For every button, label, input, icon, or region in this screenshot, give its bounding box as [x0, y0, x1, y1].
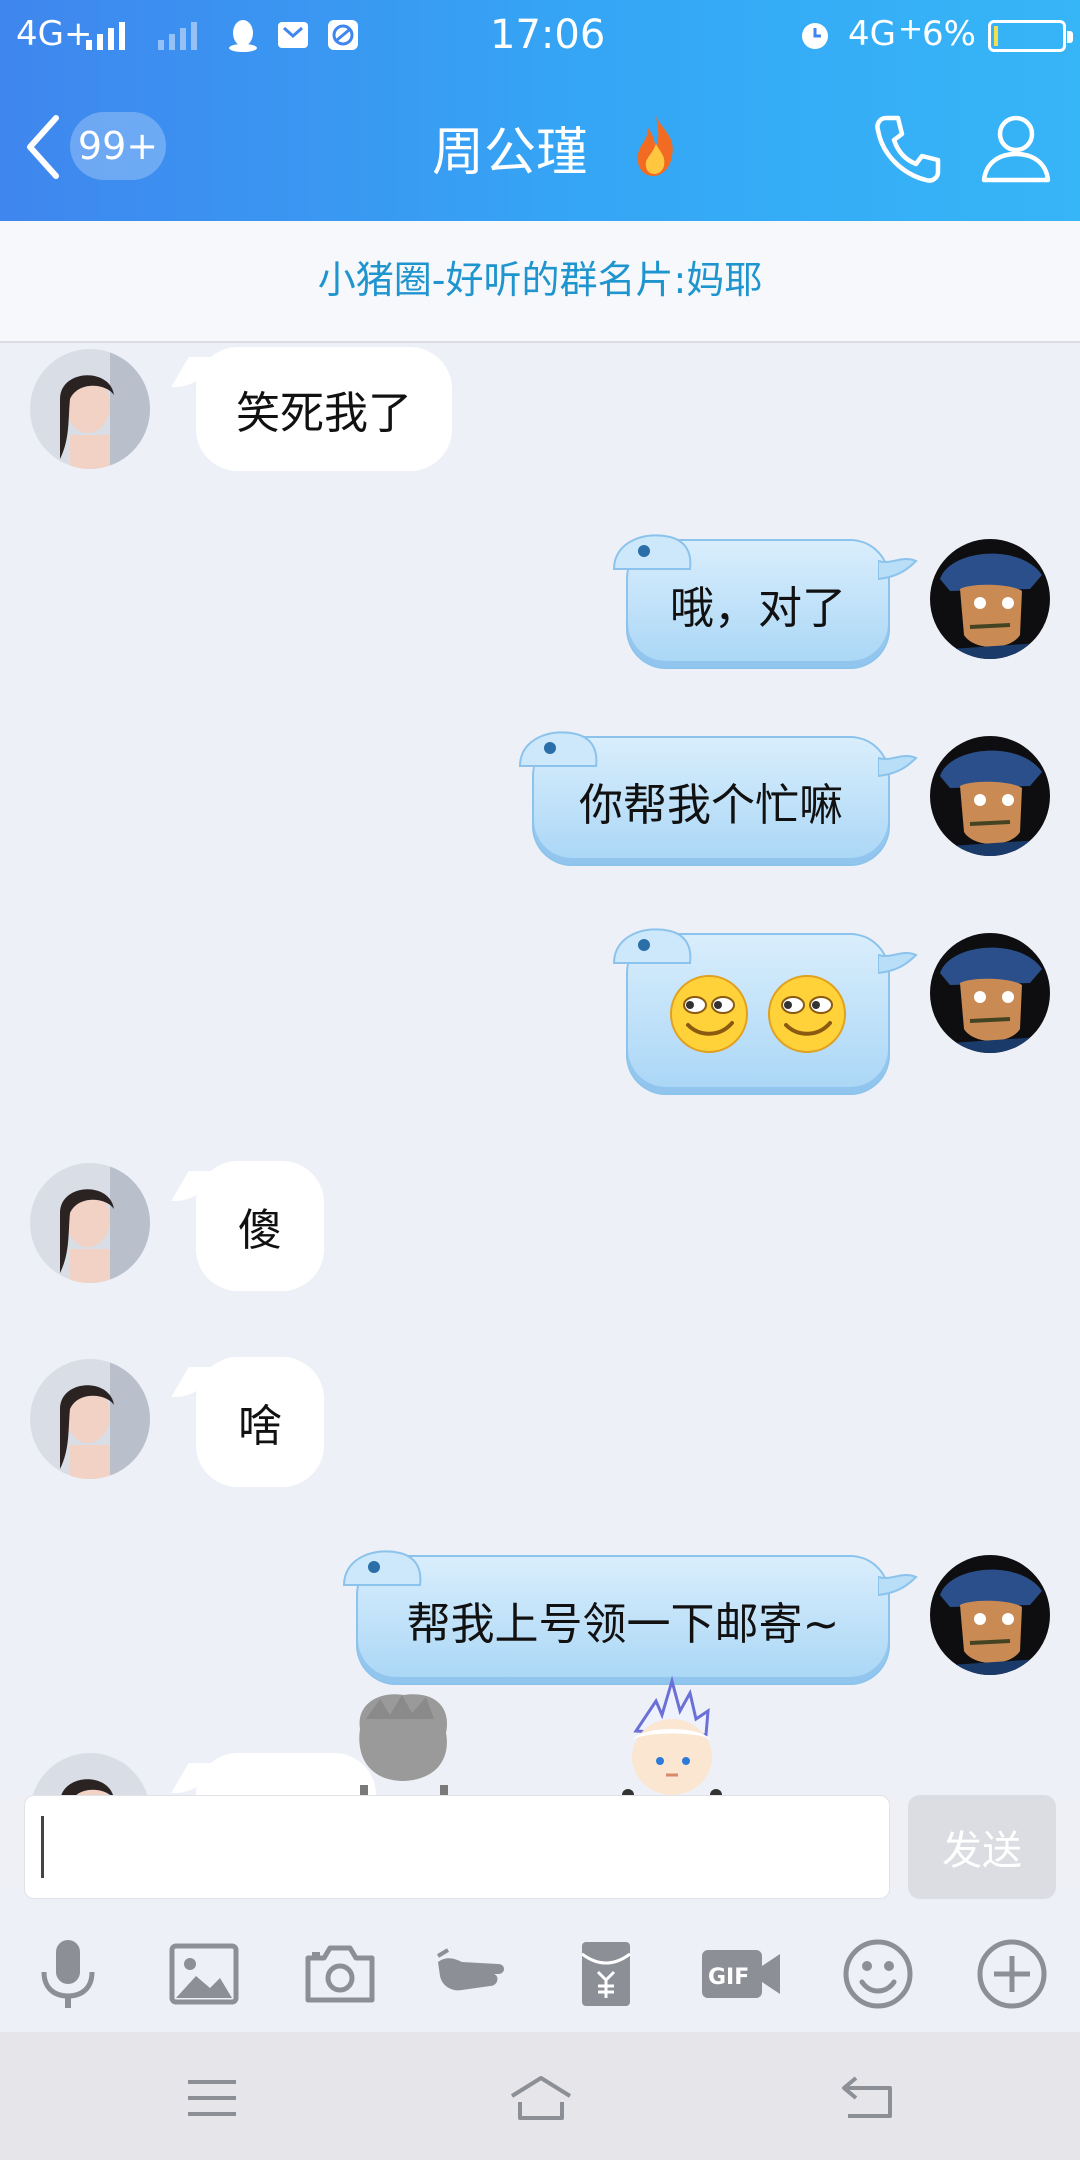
message-input[interactable] [24, 1795, 890, 1899]
emoji-icon[interactable] [840, 1936, 916, 2012]
system-nav-bar [0, 2032, 1080, 2160]
phone-icon[interactable] [870, 110, 946, 186]
svg-text:GIF: GIF [708, 1965, 749, 1990]
mail-icon [278, 22, 308, 48]
menu-icon[interactable] [180, 2072, 244, 2124]
home-icon[interactable] [506, 2072, 576, 2124]
message-bubble-outgoing[interactable]: 哦，对了 [612, 534, 918, 669]
message-bubble-incoming[interactable]: 啥 [196, 1357, 324, 1487]
qq-icon [229, 20, 257, 52]
message-list[interactable]: 笑死我了 哦，对了 你帮我个忙嘛 傻 啥 帮我上号领一下邮寄~ [0, 343, 1080, 1795]
smirk-emoji [670, 975, 748, 1053]
message-text: 帮我上号领一下邮寄~ [406, 1599, 840, 1650]
message-text: 啥 [238, 1401, 282, 1452]
message-bubble-incoming[interactable]: 笑死我了 [196, 347, 452, 471]
battery-percent: 6% [922, 14, 976, 54]
profile-icon[interactable] [978, 110, 1054, 186]
fire-icon [637, 116, 673, 176]
microphone-icon[interactable] [30, 1936, 106, 2012]
signal-icon [86, 22, 125, 50]
contact-avatar[interactable] [30, 1359, 150, 1479]
input-area: 发送 [0, 1795, 1080, 1899]
chat-header: 4G+ 17:06 4G + 6% 99+ 周公瑾 [0, 0, 1080, 221]
network-label: 4G+ [16, 14, 93, 54]
message-text: 你帮我个忙嘛 [579, 780, 843, 831]
gray-character-icon [359, 1694, 448, 1800]
message-bubble-incoming[interactable]: 傻 [196, 1161, 324, 1291]
message-text: 哦，对了 [670, 583, 846, 634]
text-caret [41, 1816, 44, 1878]
network-plus: + [898, 12, 924, 47]
gif-icon[interactable]: GIF [700, 1936, 782, 2012]
chat-title-text: 周公瑾 [431, 123, 588, 183]
plus-icon[interactable] [974, 1936, 1050, 2012]
my-avatar[interactable] [930, 736, 1050, 856]
contact-avatar[interactable] [30, 349, 150, 469]
message-bubble-outgoing[interactable] [612, 928, 918, 1095]
white-hair-character-icon [622, 1675, 722, 1800]
poke-icon[interactable] [434, 1936, 510, 2012]
message-bubble-outgoing[interactable]: 你帮我个忙嘛 [518, 731, 918, 866]
image-icon[interactable] [166, 1936, 242, 2012]
send-button[interactable]: 发送 [908, 1795, 1056, 1899]
network-label-2: 4G [848, 14, 896, 54]
red-packet-icon[interactable] [568, 1936, 644, 2012]
my-avatar[interactable] [930, 933, 1050, 1053]
chat-toolbar: GIF [0, 1922, 1080, 2032]
browser-icon [328, 20, 358, 50]
battery-icon [988, 20, 1073, 52]
camera-icon[interactable] [302, 1936, 378, 2012]
back-icon[interactable] [836, 2072, 900, 2124]
my-avatar[interactable] [930, 539, 1050, 659]
status-bar: 4G+ 17:06 4G + 6% [0, 0, 1080, 72]
smirk-emoji [768, 975, 846, 1053]
clock: 17:06 [490, 12, 606, 58]
cartoon-overlay [0, 1665, 1080, 1800]
group-card-banner[interactable]: 小猪圈-好听的群名片:妈耶 [0, 221, 1080, 343]
message-text: 傻 [238, 1205, 282, 1256]
my-avatar[interactable] [930, 1555, 1050, 1675]
message-text: 笑死我了 [236, 388, 412, 439]
alarm-icon [802, 23, 828, 49]
signal-sim2-icon [158, 22, 197, 50]
contact-avatar[interactable] [30, 1163, 150, 1283]
